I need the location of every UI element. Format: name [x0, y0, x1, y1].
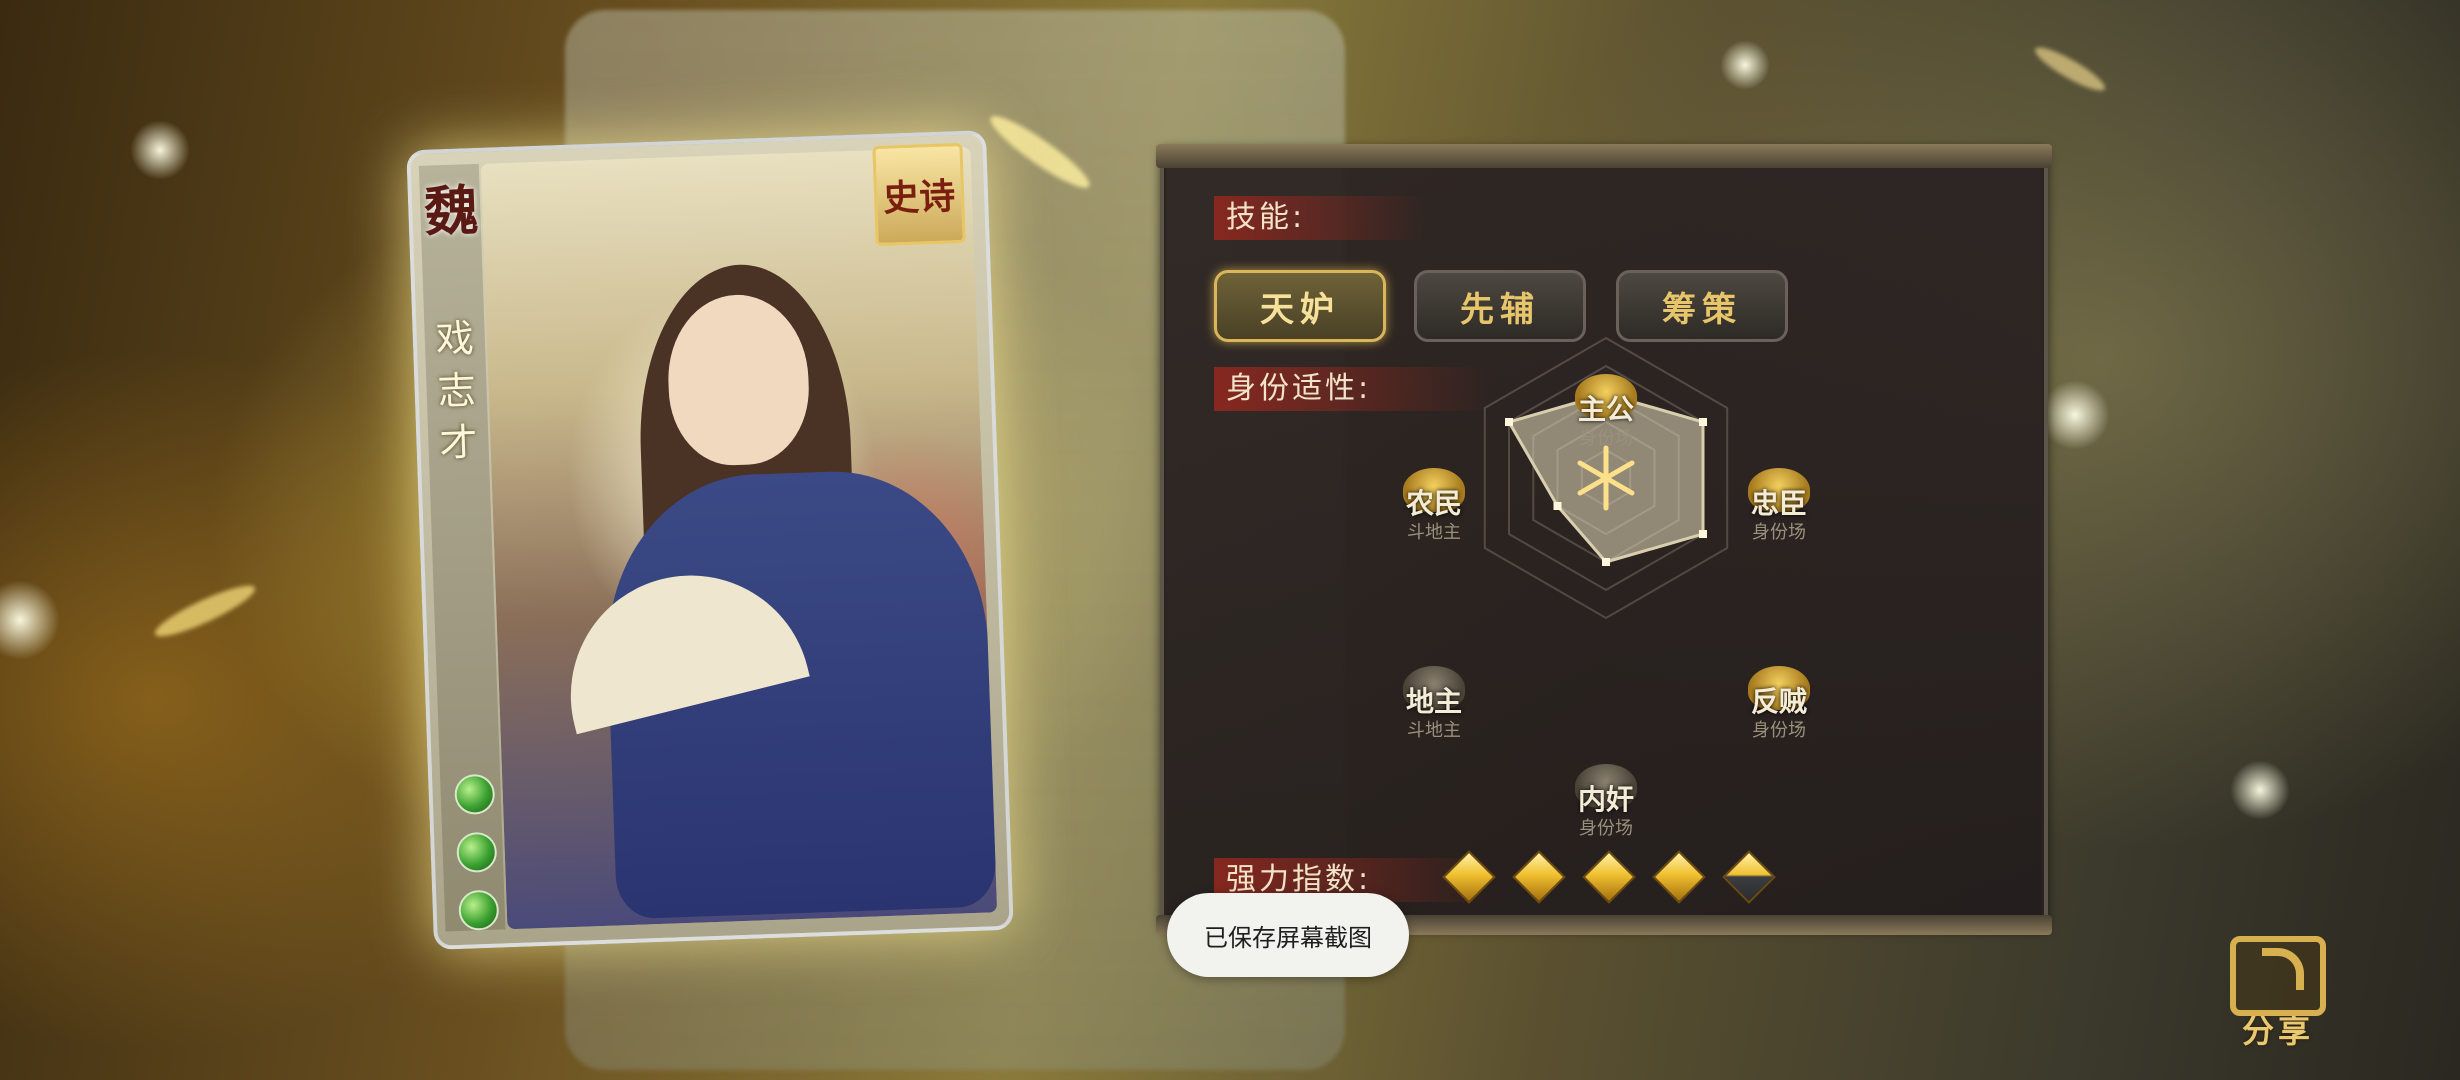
hero-info-panel: 技能: 天妒 先辅 筹策 身份适性: 主公 身份场 忠臣 身份场 反贼 身份场 … [1156, 144, 2052, 935]
radar-point-loyalist [1699, 418, 1707, 426]
light-flare [1720, 40, 1770, 90]
share-icon [2230, 936, 2326, 1016]
radar-point-peasant [1505, 418, 1513, 426]
role-rebel: 反贼 身份场 [1739, 666, 1819, 742]
light-flare [0, 580, 60, 660]
faction-emblem: 魏 [423, 177, 480, 244]
role-landlord: 地主 斗地主 [1394, 666, 1474, 742]
hero-name: 戏志才 [435, 316, 479, 466]
role-peasant: 农民 斗地主 [1394, 468, 1474, 544]
light-streak [150, 577, 260, 645]
role-traitor-name: 内奸 [1577, 783, 1634, 816]
radar-point-rebel [1699, 530, 1707, 538]
share-arrow-icon [2262, 948, 2304, 990]
role-traitor: 内奸 身份场 [1566, 764, 1646, 840]
light-streak [2030, 41, 2110, 97]
hero-portrait [480, 146, 998, 930]
role-landlord-name: 地主 [1405, 685, 1462, 718]
role-rebel-name: 反贼 [1750, 685, 1807, 718]
hero-card[interactable]: 魏 戏志才 史诗 [406, 130, 1014, 950]
role-lord: 主公 身份场 [1566, 374, 1646, 450]
role-peasant-name: 农民 [1405, 487, 1462, 520]
radar-point-landlord [1553, 502, 1562, 510]
light-flare [2230, 760, 2290, 820]
share-button[interactable]: 分享 [2228, 936, 2328, 1050]
light-flare [130, 120, 190, 180]
radar-point-traitor [1602, 558, 1610, 566]
role-lord-name: 主公 [1577, 393, 1634, 426]
screenshot-saved-toast: 已保存屏幕截图 [1167, 893, 1409, 977]
rarity-badge: 史诗 [872, 142, 966, 247]
role-loyalist-name: 忠臣 [1750, 487, 1807, 520]
role-loyalist: 忠臣 身份场 [1739, 468, 1819, 544]
